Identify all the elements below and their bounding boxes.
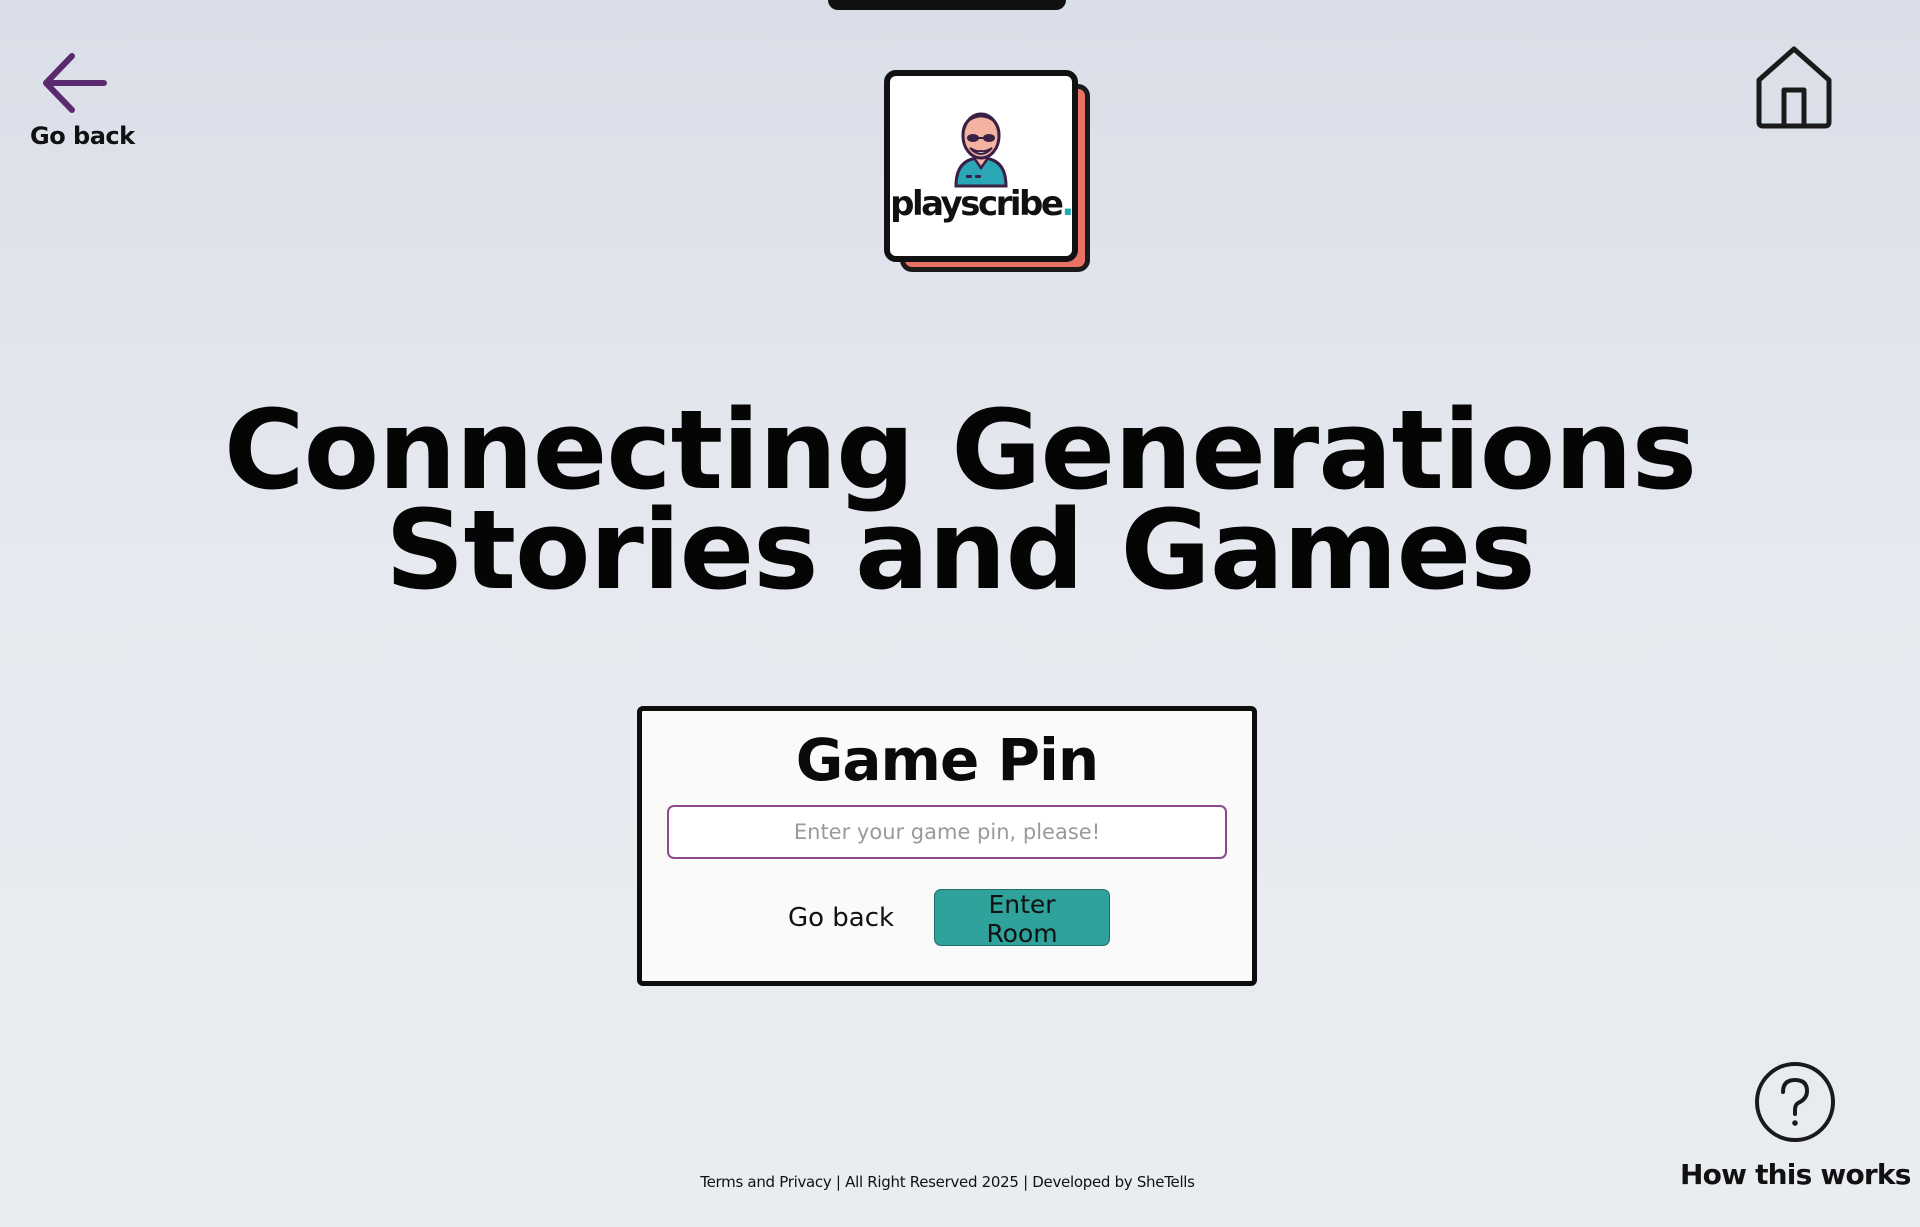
logo-wordmark: playscribe. (890, 184, 1074, 224)
enter-room-button[interactable]: Enter Room (934, 889, 1111, 948)
arrow-left-icon (43, 53, 107, 113)
page-headline: Connecting Generations Stories and Games (0, 386, 1920, 614)
back-button[interactable]: Go back (30, 52, 140, 150)
home-icon (1756, 46, 1832, 129)
go-back-button[interactable]: Go back (784, 895, 898, 941)
pin-actions: Go back Enter Room (642, 889, 1252, 948)
game-pin-card: Game Pin Go back Enter Room (637, 706, 1257, 986)
game-pin-input[interactable] (667, 805, 1227, 859)
device-notch (828, 0, 1066, 10)
footer-text: Terms and Privacy | All Right Reserved 2… (700, 1173, 1195, 1191)
headline-line-2: Stories and Games (385, 486, 1536, 614)
playscribe-logo: playscribe. (884, 70, 1094, 280)
back-label: Go back (30, 122, 135, 150)
question-circle-icon (1755, 1062, 1835, 1142)
logo-card: playscribe. (884, 70, 1078, 262)
headline-line-1: Connecting Generations (223, 386, 1697, 514)
elderly-person-icon (954, 112, 1008, 188)
how-this-works-button[interactable]: How this works (1680, 1060, 1911, 1191)
game-pin-title: Game Pin (795, 726, 1099, 794)
home-button[interactable] (1754, 44, 1834, 134)
